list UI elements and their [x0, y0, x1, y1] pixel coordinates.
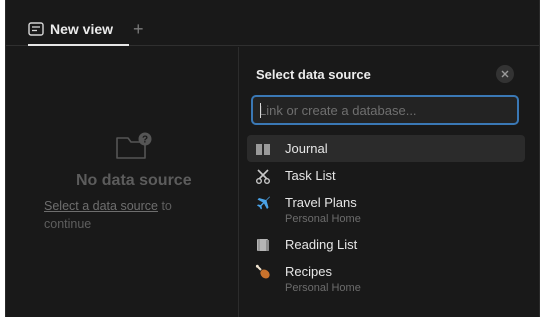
active-tab-indicator	[28, 44, 129, 46]
empty-state-title: No data source	[76, 172, 192, 189]
item-label: Journal	[285, 141, 328, 156]
list-item-reading-list[interactable]: Reading List	[247, 231, 525, 258]
empty-state-description: Select a data source to continue	[44, 197, 214, 233]
database-search-box	[251, 95, 519, 125]
empty-state-pane: ? No data source Select a data source to…	[6, 47, 238, 317]
item-label: Task List	[285, 168, 336, 183]
svg-text:?: ?	[142, 135, 148, 146]
select-data-source-link[interactable]: Select a data source	[44, 199, 158, 213]
view-tab-bar: New view +	[6, 0, 539, 46]
list-item-recipes[interactable]: Recipes Personal Home	[247, 258, 525, 300]
item-sublabel: Personal Home	[285, 282, 361, 294]
add-view-button[interactable]: +	[133, 19, 144, 39]
book-icon	[256, 144, 270, 155]
table-view-icon	[28, 22, 44, 36]
item-label: Travel Plans	[285, 195, 357, 210]
folder-question-icon: ?	[116, 132, 152, 159]
list-item-task-list[interactable]: Task List	[247, 162, 525, 189]
close-button[interactable]	[496, 65, 514, 83]
item-label: Reading List	[285, 237, 358, 252]
list-item-journal[interactable]: Journal	[247, 135, 525, 162]
data-source-list: Journal Task List Travel Plans Personal …	[247, 135, 525, 300]
scissors-icon	[256, 169, 270, 184]
drumstick-icon	[255, 264, 270, 279]
select-data-source-panel: Select data source Journal	[239, 47, 539, 317]
item-sublabel: Personal Home	[285, 213, 361, 225]
text-caret	[260, 103, 261, 118]
list-item-travel-plans[interactable]: Travel Plans Personal Home	[247, 189, 525, 231]
item-label: Recipes	[285, 264, 332, 279]
close-icon	[501, 70, 509, 78]
panel-title: Select data source	[256, 67, 371, 82]
tab-label: New view	[50, 21, 114, 37]
database-search-input[interactable]	[253, 97, 517, 123]
books-icon	[257, 239, 269, 251]
airplane-icon	[257, 196, 270, 210]
database-view-frame: New view + ? No data source Select a dat…	[5, 0, 540, 317]
tab-new-view[interactable]: New view	[28, 16, 113, 42]
